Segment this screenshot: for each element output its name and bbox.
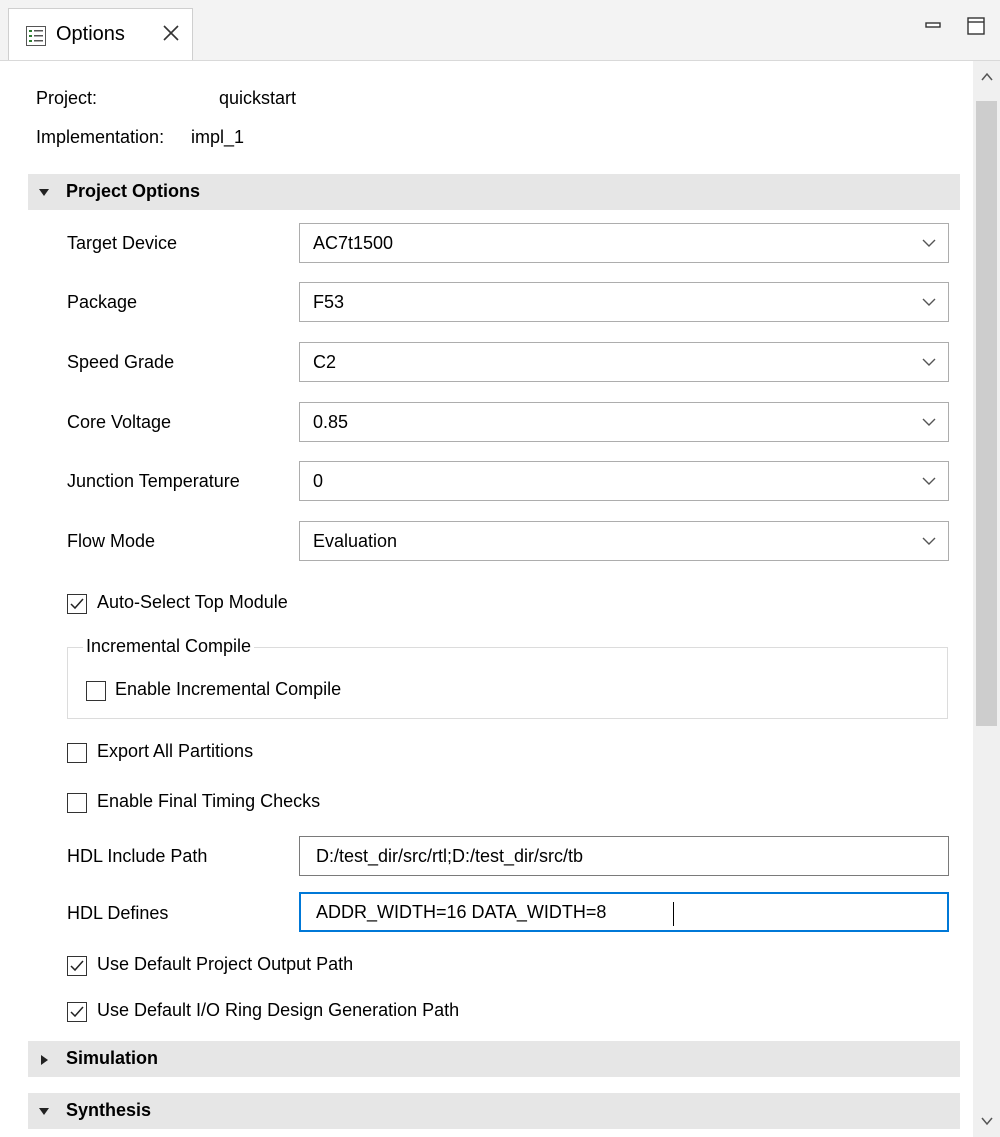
implementation-value: impl_1 bbox=[191, 127, 245, 147]
core-voltage-label: Core Voltage bbox=[67, 412, 172, 432]
chevron-down-icon bbox=[922, 298, 936, 306]
input-value: ADDR_WIDTH=16 DATA_WIDTH=8 bbox=[316, 902, 607, 922]
target-device-label: Target Device bbox=[67, 233, 178, 253]
junction-temperature-select[interactable]: 0 bbox=[299, 461, 949, 501]
checkmark-icon bbox=[70, 1006, 84, 1018]
hdl-defines-label: HDL Defines bbox=[67, 903, 169, 923]
implementation-label: Implementation: bbox=[36, 127, 165, 147]
flow-mode-select[interactable]: Evaluation bbox=[299, 521, 949, 561]
chevron-down-icon bbox=[922, 477, 936, 485]
expanded-triangle-icon bbox=[39, 189, 49, 196]
section-title: Project Options bbox=[66, 181, 201, 201]
minimize-icon[interactable] bbox=[922, 15, 944, 37]
package-select[interactable]: F53 bbox=[299, 282, 949, 322]
default-io-ring-path-label: Use Default I/O Ring Design Generation P… bbox=[97, 1000, 460, 1020]
scroll-up-icon[interactable] bbox=[979, 69, 995, 85]
vertical-scrollbar[interactable] bbox=[973, 61, 1000, 1137]
package-label: Package bbox=[67, 292, 138, 312]
default-output-path-checkbox[interactable] bbox=[67, 956, 87, 976]
input-value: D:/test_dir/src/rtl;D:/test_dir/src/tb bbox=[316, 846, 584, 866]
options-tab[interactable]: Options bbox=[8, 8, 193, 61]
checkmark-icon bbox=[70, 960, 84, 972]
hdl-include-path-input[interactable]: D:/test_dir/src/rtl;D:/test_dir/src/tb bbox=[299, 836, 949, 876]
export-partitions-label: Export All Partitions bbox=[97, 741, 254, 761]
auto-select-top-checkbox[interactable] bbox=[67, 594, 87, 614]
simulation-header[interactable]: Simulation bbox=[28, 1041, 960, 1077]
section-title: Simulation bbox=[66, 1048, 159, 1068]
select-value: C2 bbox=[313, 352, 337, 372]
project-options-header[interactable]: Project Options bbox=[28, 174, 960, 210]
properties-icon bbox=[26, 26, 46, 46]
enable-incremental-label: Enable Incremental Compile bbox=[115, 679, 342, 699]
flow-mode-label: Flow Mode bbox=[67, 531, 156, 551]
junction-temperature-label: Junction Temperature bbox=[67, 471, 240, 491]
default-output-path-label: Use Default Project Output Path bbox=[97, 954, 354, 974]
auto-select-top-label: Auto-Select Top Module bbox=[97, 592, 288, 612]
checkmark-icon bbox=[70, 598, 84, 610]
select-value: AC7t1500 bbox=[313, 233, 394, 253]
maximize-icon[interactable] bbox=[965, 15, 987, 37]
collapsed-triangle-icon bbox=[41, 1055, 48, 1065]
chevron-down-icon bbox=[922, 418, 936, 426]
chevron-down-icon bbox=[922, 358, 936, 366]
tab-divider bbox=[0, 60, 1000, 61]
chevron-down-icon bbox=[922, 239, 936, 247]
expanded-triangle-icon bbox=[39, 1108, 49, 1115]
scrollbar-thumb[interactable] bbox=[976, 101, 997, 726]
tab-title: Options bbox=[56, 23, 125, 45]
final-timing-label: Enable Final Timing Checks bbox=[97, 791, 321, 811]
project-value: quickstart bbox=[219, 88, 297, 108]
select-value: F53 bbox=[313, 292, 345, 312]
scroll-down-icon[interactable] bbox=[979, 1113, 995, 1129]
select-value: 0 bbox=[313, 471, 324, 491]
view-tab-bar: Options bbox=[0, 0, 1000, 61]
default-io-ring-path-checkbox[interactable] bbox=[67, 1002, 87, 1022]
chevron-down-icon bbox=[922, 537, 936, 545]
core-voltage-select[interactable]: 0.85 bbox=[299, 402, 949, 442]
export-partitions-checkbox[interactable] bbox=[67, 743, 87, 763]
enable-incremental-checkbox[interactable] bbox=[86, 681, 106, 701]
hdl-include-path-label: HDL Include Path bbox=[67, 846, 208, 866]
speed-grade-label: Speed Grade bbox=[67, 352, 175, 372]
project-label: Project: bbox=[36, 88, 98, 108]
speed-grade-select[interactable]: C2 bbox=[299, 342, 949, 382]
target-device-select[interactable]: AC7t1500 bbox=[299, 223, 949, 263]
select-value: Evaluation bbox=[313, 531, 398, 551]
close-icon[interactable] bbox=[159, 21, 183, 45]
final-timing-checkbox[interactable] bbox=[67, 793, 87, 813]
text-caret bbox=[673, 902, 674, 926]
select-value: 0.85 bbox=[313, 412, 349, 432]
incremental-compile-group-title: Incremental Compile bbox=[83, 636, 255, 657]
section-title: Synthesis bbox=[66, 1100, 152, 1120]
synthesis-header[interactable]: Synthesis bbox=[28, 1093, 960, 1129]
hdl-defines-input[interactable]: ADDR_WIDTH=16 DATA_WIDTH=8 bbox=[299, 892, 949, 932]
